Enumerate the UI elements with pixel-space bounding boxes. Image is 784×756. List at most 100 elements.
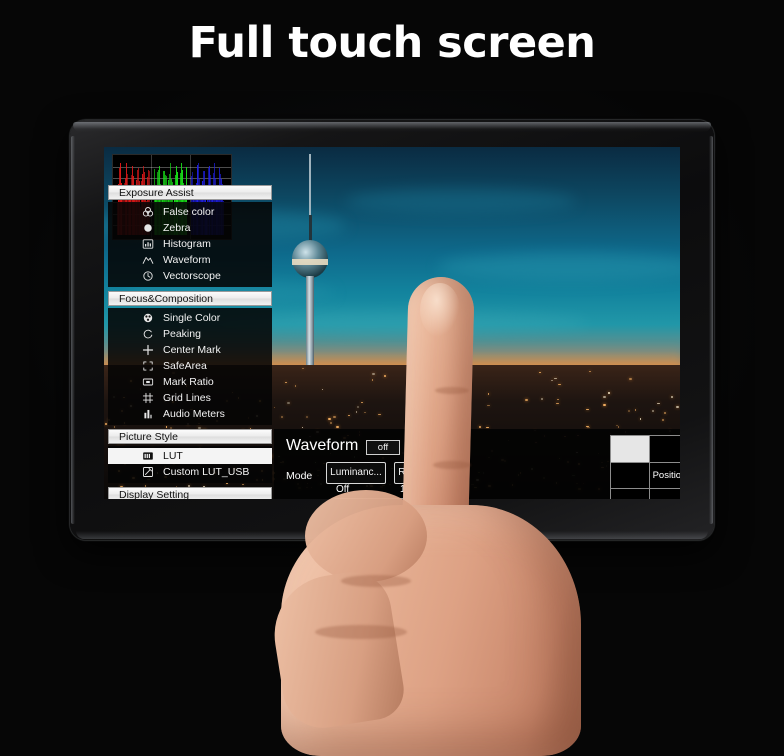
menu-item-label: Mark Ratio <box>163 376 214 388</box>
position-cell-top-center[interactable] <box>650 436 680 463</box>
field-monitor-device: Exposure Assist False color Zebra Histogram… <box>70 120 714 540</box>
position-cell-top-left[interactable] <box>611 436 651 463</box>
menu-item-label: False color <box>163 206 215 218</box>
mode-luminance-button[interactable]: Luminanc... <box>326 462 386 484</box>
menu-item-label: Single Color <box>163 312 221 324</box>
page-title: Full touch screen <box>188 18 596 68</box>
menu-item-label: LUT <box>163 450 183 462</box>
waveform-position-grid[interactable]: Position <box>610 435 680 499</box>
city-light <box>414 423 418 426</box>
city-light <box>443 381 447 384</box>
city-light <box>553 377 557 379</box>
city-light <box>273 407 275 409</box>
single-color-icon <box>140 312 156 325</box>
city-light <box>418 409 421 412</box>
venn-circles-icon <box>140 206 156 219</box>
menu-item-zebra[interactable]: Zebra <box>108 220 272 236</box>
city-light <box>639 417 641 420</box>
city-light <box>671 396 674 399</box>
city-light <box>651 410 654 413</box>
city-light <box>301 367 304 369</box>
menu-item-label: Audio Meters <box>163 408 225 420</box>
monitor-screen[interactable]: Exposure Assist False color Zebra Histogram… <box>104 147 680 499</box>
position-grid-label: Position <box>652 469 680 481</box>
menu-item-audio-meters[interactable]: Audio Meters <box>108 406 272 422</box>
position-cell-bottom-center[interactable] <box>650 489 680 499</box>
city-light <box>443 402 445 404</box>
menu-item-peaking[interactable]: Peaking <box>108 326 272 342</box>
menu-header-picture-style[interactable]: Picture Style <box>108 429 272 444</box>
bezel-left-highlight <box>71 136 75 524</box>
position-cell-middle-left[interactable] <box>611 462 651 490</box>
menu-item-label: Vectorscope <box>163 270 221 282</box>
city-light <box>329 422 332 425</box>
cloud <box>345 189 577 214</box>
menu-item-grid-lines[interactable]: Grid Lines <box>108 390 272 406</box>
menu-item-waveform[interactable]: Waveform <box>108 252 272 268</box>
lut-icon <box>140 450 156 463</box>
city-light <box>335 425 339 428</box>
city-light <box>602 396 606 399</box>
city-light <box>663 412 666 415</box>
menu-item-false-color[interactable]: False color <box>108 204 272 220</box>
city-light <box>629 377 633 380</box>
menu-item-custom-lut-usb[interactable]: Custom LUT_USB <box>108 464 272 480</box>
city-light <box>540 397 543 400</box>
city-light <box>419 424 422 427</box>
city-light <box>478 425 481 428</box>
thumb <box>266 566 408 734</box>
tower-sphere-band <box>292 259 329 266</box>
city-light <box>407 420 409 423</box>
city-light <box>286 401 290 404</box>
custom-lut-pencil-icon <box>140 466 156 479</box>
menu-item-label: Custom LUT_USB <box>163 466 250 478</box>
menu-header-focus-composition[interactable]: Focus&Composition <box>108 291 272 306</box>
city-light <box>524 399 528 402</box>
peaking-icon <box>140 328 156 341</box>
menu-item-center-mark[interactable]: Center Mark <box>108 342 272 358</box>
menu-item-mark-ratio[interactable]: Mark Ratio <box>108 374 272 390</box>
menu-item-single-color[interactable]: Single Color <box>108 310 272 326</box>
waveform-open-button[interactable]: open <box>414 440 446 455</box>
city-light <box>361 401 364 403</box>
menu-body: LUT Custom LUT_USB <box>108 446 272 483</box>
bezel-right-highlight <box>709 136 713 524</box>
waveform-panel-title: Waveform <box>286 437 359 454</box>
transparency-min-label: Off <box>336 484 350 495</box>
menu-item-label: Grid Lines <box>163 392 211 404</box>
plus-crosshair-icon <box>140 344 156 357</box>
city-light <box>371 373 375 376</box>
menu-item-safearea[interactable]: SafeArea <box>108 358 272 374</box>
cloud <box>438 252 680 281</box>
menu-item-lut[interactable]: LUT <box>108 448 272 464</box>
transparency-slider-handle[interactable] <box>422 495 430 499</box>
city-light <box>661 418 664 421</box>
menu-header-exposure-assist[interactable]: Exposure Assist <box>108 185 272 200</box>
city-light <box>635 409 637 412</box>
city-light <box>408 398 410 400</box>
mode-rgb-waveform-button[interactable]: RGB Wa... <box>394 462 450 484</box>
filled-circle-icon <box>140 222 156 235</box>
menu-item-label: Waveform <box>163 254 211 266</box>
city-light <box>321 388 323 390</box>
waveform-off-button[interactable]: off <box>366 440 400 455</box>
city-light <box>602 404 606 407</box>
city-light <box>383 374 386 377</box>
waveform-settings-panel: Waveform off open Mode Luminanc... RGB W… <box>274 429 680 499</box>
city-light <box>555 403 559 405</box>
grid-lines-icon <box>140 392 156 405</box>
knuckle-crease <box>315 625 407 639</box>
menu-item-vectorscope[interactable]: Vectorscope <box>108 268 272 284</box>
city-light <box>628 410 631 413</box>
city-light <box>675 406 679 409</box>
menu-item-histogram[interactable]: Histogram <box>108 236 272 252</box>
city-light <box>539 372 542 374</box>
position-cell-bottom-left[interactable] <box>611 489 651 499</box>
mark-ratio-frame-icon <box>140 376 156 389</box>
transparency-slider-track[interactable] <box>332 498 430 499</box>
city-light <box>347 414 350 416</box>
city-light <box>607 392 610 395</box>
city-light <box>487 393 489 396</box>
position-cell-middle-center[interactable]: Position <box>650 463 680 490</box>
menu-header-display-setting[interactable]: Display Setting <box>108 487 272 499</box>
